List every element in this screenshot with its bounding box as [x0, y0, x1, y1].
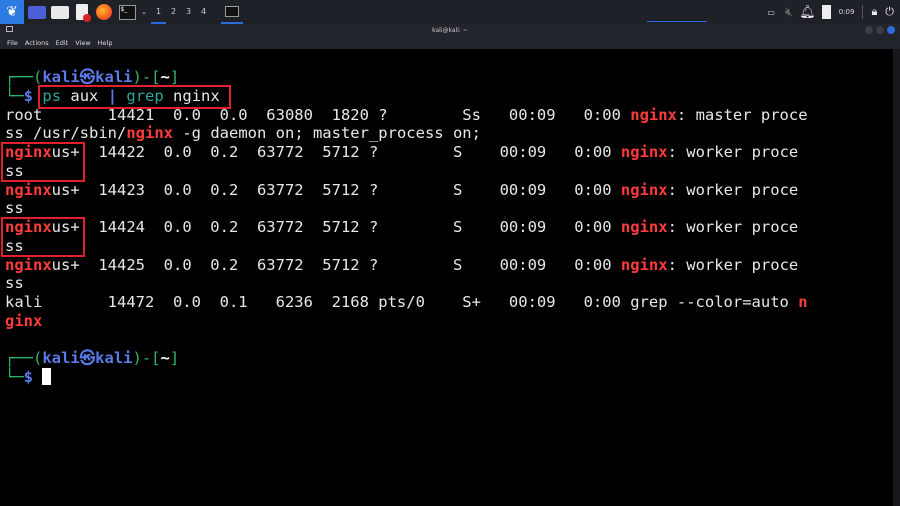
prompt-line-top: ┌──(kali㉿kali)-[~] [5, 349, 180, 368]
nginx-match: nginx [620, 180, 668, 199]
prompt-line-top: ┌──(kali㉿kali)-[~] [5, 68, 180, 86]
process-line: nginxus+ 14423 0.0 0.2 63772 5712 ? S 00… [5, 181, 893, 200]
nginx-match: nginx [5, 255, 52, 274]
minimize-button[interactable] [865, 26, 873, 34]
chevron-down-icon[interactable]: ⌄ [140, 1, 148, 23]
line-text: : worker proce [667, 218, 799, 236]
menu-actions[interactable]: Actions [25, 39, 49, 47]
terminal-task-button[interactable] [221, 0, 243, 24]
close-button[interactable] [887, 26, 895, 34]
highlight-box-worker1 [1, 142, 85, 182]
process-line: ss [5, 237, 893, 256]
notification-bell-icon[interactable]: 🔔︎ [799, 5, 816, 20]
line-text: : worker proce [667, 180, 799, 199]
window-titlebar: kali@kali: ~ [0, 24, 900, 37]
logout-icon[interactable]: ⏻ [885, 5, 894, 19]
text-cursor [42, 368, 52, 385]
workspace-2[interactable]: 2 [166, 0, 181, 24]
volume-muted-icon[interactable]: 🔇︎ [785, 5, 793, 20]
process-line: ss [5, 199, 893, 218]
clock[interactable]: 0:09 [839, 8, 855, 16]
process-line: ss /usr/sbin/nginx -g daemon on; master_… [5, 124, 893, 143]
show-desktop-icon[interactable] [27, 1, 47, 23]
workspace-3[interactable]: 3 [181, 0, 196, 24]
process-line: ss [5, 162, 893, 181]
line-text: ss [5, 274, 24, 293]
text-editor-icon[interactable] [73, 1, 91, 23]
battery-icon[interactable] [821, 5, 831, 19]
menu-bar: File Actions Edit View Help [0, 37, 900, 49]
nginx-match: nginx [126, 124, 173, 143]
nginx-match: nginx [630, 105, 677, 124]
menu-help[interactable]: Help [98, 39, 113, 47]
line-text: us+ 14424 0.0 0.2 63772 5712 ? S 00:09 0… [51, 218, 621, 236]
line-text: : master proce [676, 105, 808, 124]
line-text: -g daemon on; master_process on; [173, 124, 481, 143]
lock-icon[interactable]: 🔒︎ [862, 5, 877, 19]
nginx-match: nginx [620, 143, 668, 161]
taskbar: ❦ $_ ⌄ 1 2 3 4 ▭ 🔇︎ 🔔︎ 0:09 🔒︎ ⏻ [0, 0, 900, 24]
nginx-match: ginx [5, 311, 43, 330]
process-line: ss [5, 274, 893, 293]
terminal-output[interactable]: ┌──(kali㉿kali)-[~] └─$ ps aux | grep ngin… [0, 49, 893, 506]
scrollbar[interactable] [893, 49, 900, 506]
display-icon[interactable]: ▭ [767, 8, 775, 17]
menu-edit[interactable]: Edit [56, 39, 69, 47]
nginx-match: n [798, 293, 808, 311]
firefox-icon[interactable] [94, 1, 114, 23]
line-text: ss /usr/sbin/ [5, 124, 127, 143]
process-line: kali 14472 0.0 0.1 6236 2168 pts/0 S+ 00… [5, 293, 893, 312]
highlight-box-command [38, 85, 231, 109]
workspace-1[interactable]: 1 [151, 0, 166, 24]
nginx-match: nginx [620, 218, 668, 236]
process-line: ginx [5, 312, 893, 331]
menu-file[interactable]: File [7, 39, 18, 47]
workspace-4[interactable]: 4 [196, 0, 211, 24]
line-text: us+ 14422 0.0 0.2 63772 5712 ? S 00:09 0… [51, 143, 621, 161]
kali-menu-icon[interactable]: ❦ [0, 0, 24, 24]
terminal-launcher-icon[interactable]: $_ [117, 1, 137, 23]
line-text: us+ 14423 0.0 0.2 63772 5712 ? S 00:09 0… [51, 180, 621, 199]
line-text: ss [5, 199, 24, 218]
terminal-window-icon [6, 26, 13, 32]
line-text: : worker proce [667, 143, 799, 161]
process-line: nginxus+ 14424 0.0 0.2 63772 5712 ? S 00… [5, 218, 893, 237]
nginx-match: nginx [5, 180, 52, 199]
input-line[interactable]: └─$ [5, 368, 893, 387]
line-text: us+ 14425 0.0 0.2 63772 5712 ? S 00:09 0… [51, 255, 621, 274]
process-line: nginxus+ 14425 0.0 0.2 63772 5712 ? S 00… [5, 256, 893, 275]
process-line: nginxus+ 14422 0.0 0.2 63772 5712 ? S 00… [5, 143, 893, 162]
menu-view[interactable]: View [75, 39, 90, 47]
maximize-button[interactable] [876, 26, 884, 34]
network-graph [647, 14, 708, 22]
line-text: : worker proce [667, 255, 799, 274]
line-text: kali 14472 0.0 0.1 6236 2168 pts/0 S+ 00… [5, 293, 799, 311]
nginx-match: nginx [620, 255, 668, 274]
file-manager-icon[interactable] [50, 1, 70, 23]
highlight-box-worker3 [1, 217, 85, 257]
window-title: kali@kali: ~ [432, 27, 468, 34]
